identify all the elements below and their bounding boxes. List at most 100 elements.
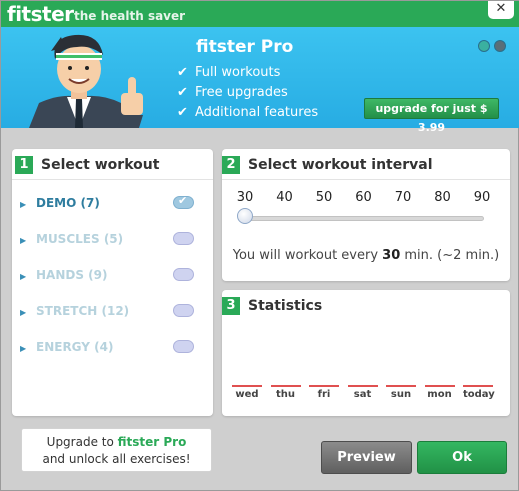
interval-tick-label: 50 [315,190,333,205]
workout-toggle[interactable] [173,268,194,281]
select-workout-panel: 1 Select workout ▶ DEMO (7) ✔ ▶ MUSCLES (5) ▶… [12,149,213,416]
workout-name: MUSCLES [36,232,100,246]
day-bar [232,385,262,387]
workout-label: DEMO (7) [36,196,100,210]
day-label: fri [317,389,331,400]
slide-dot-2[interactable] [494,40,506,52]
interval-tick-label: 60 [355,190,372,205]
workout-toggle[interactable] [173,304,194,317]
ok-button[interactable]: Ok [417,441,507,474]
workout-count: (12) [101,304,130,318]
feature-list: ✔ Full workouts ✔ Free upgrades ✔ Additional … [177,63,318,123]
workout-item[interactable]: ▶ STRETCH (12) [20,303,205,339]
workout-name: ENERGY [36,340,90,354]
interval-tick-label: 30 [236,190,254,205]
panel-title: Statistics [248,298,323,314]
divider [12,179,213,180]
interval-tick-label: 90 [473,190,491,205]
panel-header: 1 Select workout [15,156,159,174]
interval-tick-label: 80 [434,190,451,205]
interval-slider-handle[interactable] [237,208,253,224]
day-label: mon [427,389,452,400]
workout-list: ▶ DEMO (7) ✔ ▶ MUSCLES (5) ▶ HANDS (9) ▶ STRETCH… [20,194,205,375]
day-label: sun [390,389,412,400]
upgrade-note-line2: and unlock all exercises! [42,452,191,466]
feature-label: Free upgrades [195,85,288,100]
day-stat: mon [424,385,455,400]
feature-item: ✔ Free upgrades [177,83,318,103]
interval-text-prefix: You will workout every [232,248,383,263]
workout-label: HANDS (9) [36,268,108,282]
day-label: thu [275,389,296,400]
workout-toggle[interactable]: ✔ [173,194,194,209]
panel-title: Select workout [41,157,160,173]
day-label: today [463,389,495,400]
panel-header: 2 Select workout interval [222,156,433,174]
day-bar [347,385,378,387]
check-icon: ✔ [178,194,188,207]
upgrade-button[interactable]: upgrade for just $ 3.99 [364,98,499,134]
day-stat: sun [386,385,416,400]
workout-label: ENERGY (4) [36,340,113,354]
day-stat: thu [270,385,301,400]
workout-toggle[interactable] [173,340,194,353]
upgrade-note-brand: fitster Pro [117,435,187,449]
workout-toggle[interactable] [173,232,194,245]
pro-title: fitster Pro [196,37,294,57]
interval-slider-track[interactable] [244,216,484,221]
feature-label: Additional features [195,105,319,120]
triangle-right-icon: ▶ [20,272,27,281]
feature-item: ✔ Additional features [177,103,318,123]
app-logo: fitster [7,2,74,26]
interval-tick-label: 70 [394,190,412,205]
workout-item[interactable]: ▶ ENERGY (4) [20,339,205,375]
statistics-panel: 3 Statistics wed thu fri sat sun mon today [222,290,510,416]
mascot-illustration [29,34,143,128]
interval-value: 30 [382,248,401,263]
check-icon: ✔ [177,65,188,80]
workout-item[interactable]: ▶ DEMO (7) ✔ [20,194,205,231]
workout-interval-panel: 2 Select workout interval 30 40 50 60 70 80 90… [222,149,510,281]
step-number-3: 3 [222,297,240,315]
preview-button[interactable]: Preview [321,441,412,474]
panel-header: 3 Statistics [222,297,322,315]
upgrade-note-prefix: Upgrade to [46,435,118,449]
pro-banner: fitster Pro ✔ Full workouts ✔ Free upgrades… [1,27,519,134]
workout-item[interactable]: ▶ HANDS (9) [20,267,205,303]
workout-count: (5) [103,232,124,246]
day-stat: fri [309,385,339,400]
workout-item[interactable]: ▶ MUSCLES (5) [20,231,205,267]
triangle-right-icon: ▶ [20,344,27,353]
triangle-right-icon: ▶ [20,236,27,245]
check-icon: ✔ [177,85,188,100]
triangle-right-icon: ▶ [20,200,27,209]
workout-name: STRETCH [36,304,98,318]
fitster-window: fitster the health saver ✕ fitster Pro ✔… [0,0,519,491]
close-button[interactable]: ✕ [488,1,514,19]
triangle-right-icon: ▶ [20,308,27,317]
workout-label: MUSCLES (5) [36,232,123,246]
interval-text-suffix: min. (~2 min.) [400,248,500,263]
step-number-2: 2 [222,156,240,174]
day-stat: today [463,385,495,400]
divider [222,179,510,180]
day-stat: sat [347,385,378,400]
panel-title: Select workout interval [248,157,433,173]
day-label: wed [235,389,259,400]
feature-item: ✔ Full workouts [177,63,318,83]
workout-name: DEMO [36,196,77,210]
title-bar[interactable]: fitster the health saver ✕ [1,1,519,27]
slide-indicator [474,37,506,56]
slide-dot-1[interactable] [478,40,490,52]
workout-count: (7) [80,196,100,210]
upgrade-note-line1: Upgrade to fitster Pro [22,434,211,451]
day-bar [270,385,301,387]
workout-count: (4) [94,340,114,354]
workout-name: HANDS [36,268,84,282]
feature-label: Full workouts [195,65,281,80]
day-stat: wed [232,385,262,400]
interval-tick-label: 40 [276,190,293,205]
step-number-1: 1 [15,156,33,174]
upgrade-note[interactable]: Upgrade to fitster Pro and unlock all ex… [21,428,212,472]
workout-count: (9) [88,268,108,282]
